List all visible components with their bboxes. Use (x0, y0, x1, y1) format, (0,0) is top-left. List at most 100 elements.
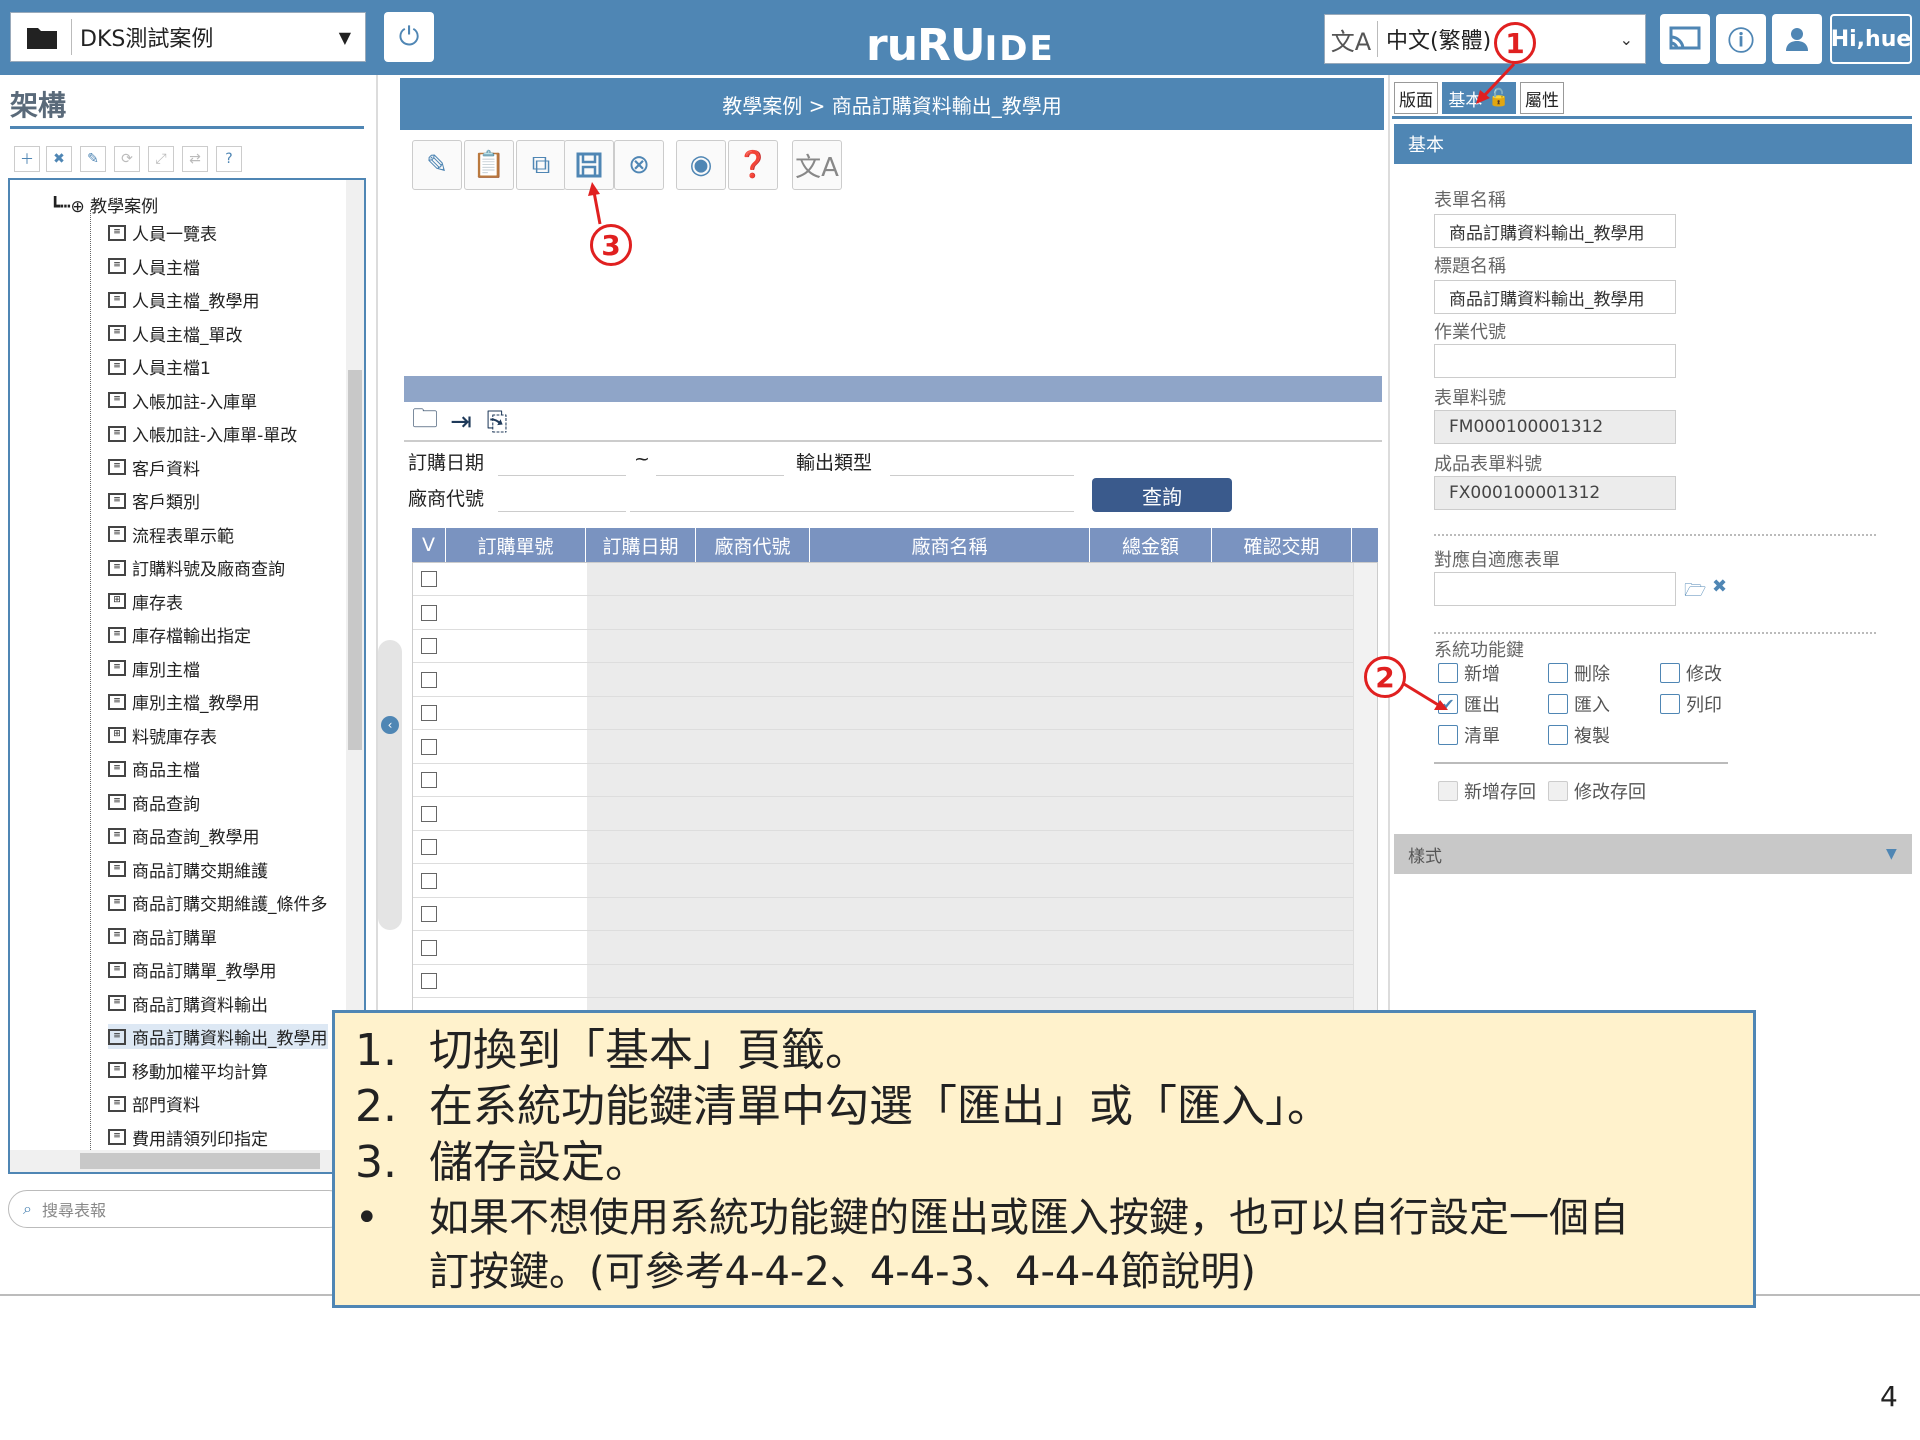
help-button[interactable]: ❓ (728, 140, 778, 190)
paste-button[interactable]: 📋 (464, 140, 514, 190)
tree-item[interactable]: ≡ 費用請領列印指定 (108, 1125, 268, 1150)
tree-item[interactable]: ≡ 商品查詢 (108, 790, 200, 815)
help-button[interactable]: ? (216, 146, 242, 172)
translate-button[interactable]: 文A (792, 140, 842, 190)
project-select[interactable]: DKS測試案例 ▼ (10, 12, 366, 62)
order-date-to-input[interactable] (656, 444, 784, 476)
tree-item[interactable]: ≡ 客戶類別 (108, 488, 200, 513)
section-style-header[interactable]: 樣式 (1394, 834, 1912, 874)
row-checkbox[interactable] (421, 571, 437, 587)
row-checkbox[interactable] (421, 939, 437, 956)
tree-item[interactable]: ⊞ 庫存表 (108, 589, 183, 614)
row-checkbox[interactable] (421, 638, 437, 654)
grid-col-confirm-date[interactable]: 確認交期 (1212, 528, 1352, 562)
grid-col-order-date[interactable]: 訂購日期 (586, 528, 696, 562)
tree-item[interactable]: ≡ 訂購料號及廠商查詢 (108, 555, 285, 580)
tree-item[interactable]: ≡ 人員主檔_教學用 (108, 287, 260, 312)
user-greeting[interactable]: Hi,hue (1830, 14, 1912, 64)
row-checkbox[interactable] (421, 604, 437, 621)
grid-col-vendor-name[interactable]: 廠商名稱 (810, 528, 1090, 562)
system-key-checkbox[interactable]: 清單 (1438, 722, 1500, 748)
tree-item[interactable]: ≡ 人員主檔_單改 (108, 321, 243, 346)
tree-item[interactable]: ≡ 商品訂購單_教學用 (108, 957, 277, 982)
preview-button[interactable]: ◉ (676, 140, 726, 190)
refresh-node-button[interactable]: ⟳ (114, 146, 140, 172)
order-date-from-input[interactable] (498, 444, 626, 476)
move-button[interactable]: ⇄ (182, 146, 208, 172)
grid-col-v[interactable]: V (412, 528, 446, 562)
form-name-input[interactable]: 商品訂購資料輸出_教學用 (1434, 214, 1676, 248)
system-key-checkbox[interactable]: 複製 (1548, 722, 1610, 748)
info-button[interactable]: ⓘ (1716, 14, 1766, 64)
title-name-input[interactable]: 商品訂購資料輸出_教學用 (1434, 280, 1676, 314)
row-checkbox[interactable] (421, 805, 437, 822)
adaptive-form-input[interactable] (1434, 572, 1676, 606)
scroll-thumb[interactable] (80, 1153, 320, 1169)
tree-item[interactable]: ≡ 商品查詢_教學用 (108, 823, 260, 848)
grid-col-vendor-code[interactable]: 廠商代號 (696, 528, 810, 562)
tree-item[interactable]: ≡ 人員主檔 (108, 254, 200, 279)
copy-button[interactable]: ⧉ (516, 140, 566, 190)
tree-item[interactable]: ≡ 流程表單示範 (108, 522, 234, 547)
tree-item[interactable]: ≡ 入帳加註-入庫單-單改 (108, 421, 297, 446)
output-type-input[interactable] (890, 444, 1074, 476)
tree-item[interactable]: ≡ 人員一覽表 (108, 220, 217, 245)
collapse-handle[interactable] (378, 640, 402, 930)
tree-item[interactable]: ≡ 庫別主檔_教學用 (108, 689, 260, 714)
language-select[interactable]: 文A 中文(繁體) ⌄ (1324, 14, 1646, 64)
form-search-input[interactable]: ⌕ 搜尋表報 (8, 1190, 348, 1228)
tree-horizontal-scrollbar[interactable] (10, 1150, 350, 1172)
tree-item[interactable]: ≡ 入帳加註-入庫單 (108, 388, 257, 413)
system-key-checkbox[interactable]: 修改 (1660, 660, 1722, 686)
edit-node-button[interactable]: ✎ (80, 146, 106, 172)
tree-item[interactable]: ≡ 庫別主檔 (108, 656, 200, 681)
job-code-input[interactable] (1434, 344, 1676, 378)
expand-button[interactable]: ⤢ (148, 146, 174, 172)
grid-col-total[interactable]: 總金額 (1090, 528, 1212, 562)
close-button[interactable]: ⊗ (614, 140, 664, 190)
clear-icon[interactable]: ✖ (1712, 576, 1727, 597)
tree-item[interactable]: ≡ 部門資料 (108, 1091, 200, 1116)
cast-button[interactable] (1660, 14, 1710, 64)
save-edit-checkbox[interactable]: 修改存回 (1548, 778, 1646, 804)
open-folder-icon[interactable]: 🗀 (410, 404, 440, 438)
power-button[interactable]: ⏻ (384, 12, 434, 62)
delete-node-button[interactable]: ✖ (46, 146, 72, 172)
tree-item[interactable]: ≡ 移動加權平均計算 (108, 1058, 268, 1083)
row-checkbox[interactable] (421, 906, 437, 922)
row-checkbox[interactable] (421, 738, 437, 755)
tree-item[interactable]: ≡ 商品訂購交期維護_條件多 (108, 890, 328, 915)
grid-scrollbar[interactable] (1353, 563, 1377, 1011)
import-icon[interactable]: ⇥ (446, 406, 476, 438)
tree-vertical-scrollbar[interactable] (346, 180, 364, 1152)
system-key-checkbox[interactable]: 列印 (1660, 691, 1722, 717)
edit-button[interactable]: ✎ (412, 140, 462, 190)
row-checkbox[interactable] (421, 872, 437, 889)
user-button[interactable] (1772, 14, 1822, 64)
system-key-checkbox[interactable]: 刪除 (1548, 660, 1610, 686)
tree-root[interactable]: ┗┅⊕ 教學案例 (50, 192, 158, 217)
export-icon[interactable]: ⎘ (482, 406, 512, 438)
tree-item[interactable]: ⊞ 料號庫存表 (108, 723, 217, 748)
open-folder-icon[interactable]: 🗁 (1684, 578, 1706, 608)
grid-col-order-no[interactable]: 訂購單號 (446, 528, 586, 562)
tree-item[interactable]: ≡ 商品主檔 (108, 756, 200, 781)
row-checkbox[interactable] (421, 772, 437, 788)
scroll-thumb[interactable] (348, 370, 362, 750)
tree-item[interactable]: ≡ 客戶資料 (108, 455, 200, 480)
row-checkbox[interactable] (421, 973, 437, 989)
tree-item[interactable]: ≡ 商品訂購單 (108, 924, 217, 949)
system-key-checkbox[interactable]: 匯入 (1548, 691, 1610, 717)
tree-item[interactable]: ≡ 人員主檔1 (108, 354, 211, 379)
section-basic-header[interactable]: 基本 (1394, 124, 1912, 164)
vendor-code-input[interactable] (498, 480, 626, 512)
save-new-checkbox[interactable]: 新增存回 (1438, 778, 1536, 804)
add-node-button[interactable]: ＋ (14, 146, 40, 172)
tree-item[interactable]: ≡ 商品訂購資料輸出_教學用 (108, 1024, 328, 1049)
collapse-left-icon[interactable]: ‹ (381, 716, 399, 734)
row-checkbox[interactable] (421, 705, 437, 721)
vendor-name-input[interactable] (630, 480, 1074, 512)
row-checkbox[interactable] (421, 671, 437, 688)
query-button[interactable]: 查詢 (1092, 478, 1232, 512)
tab-layout[interactable]: 版面 (1394, 82, 1438, 114)
